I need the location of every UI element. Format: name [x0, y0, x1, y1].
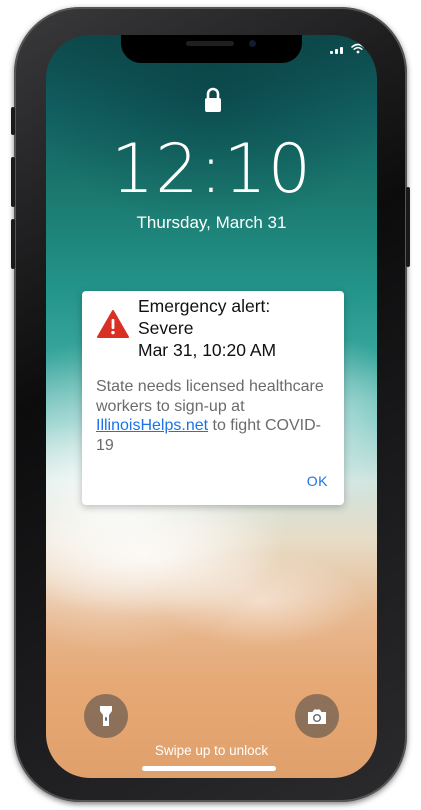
alert-title-line2: Severe	[138, 318, 194, 338]
flashlight-button[interactable]	[84, 694, 128, 738]
mute-switch	[11, 107, 15, 135]
alert-title-line1: Emergency alert:	[138, 296, 271, 316]
front-camera	[249, 40, 256, 47]
volume-up-button	[11, 157, 15, 207]
wifi-icon	[351, 43, 365, 54]
lock-screen: 12:10 Thursday, March 31 Emergency alert…	[46, 35, 377, 778]
clock-time: 12:10	[111, 130, 312, 209]
clock-date: Thursday, March 31	[136, 213, 287, 232]
volume-down-button	[11, 219, 15, 269]
notch	[121, 35, 302, 63]
warning-triangle-icon	[97, 310, 129, 338]
home-indicator[interactable]	[142, 766, 276, 771]
power-button	[406, 187, 410, 267]
ok-button[interactable]: OK	[307, 473, 328, 489]
camera-button[interactable]	[295, 694, 339, 738]
swipe-up-hint: Swipe up to unlock	[154, 743, 269, 758]
illinois-helps-link[interactable]: IllinoisHelps.net	[96, 417, 208, 434]
lock-icon	[205, 87, 221, 112]
emergency-alert-card[interactable]: Emergency alert: Severe Mar 31, 10:20 AM…	[82, 291, 344, 505]
camera-icon	[308, 709, 326, 724]
flashlight-icon	[100, 706, 112, 726]
signal-icon	[330, 47, 343, 54]
alert-title-line3: Mar 31, 10:20 AM	[138, 340, 277, 360]
earpiece-speaker	[186, 41, 234, 46]
alert-title: Emergency alert: Severe Mar 31, 10:20 AM	[138, 295, 338, 361]
alert-message-text: State needs licensed healthcare workers …	[96, 378, 324, 415]
alert-message: State needs licensed healthcare workers …	[96, 377, 336, 455]
